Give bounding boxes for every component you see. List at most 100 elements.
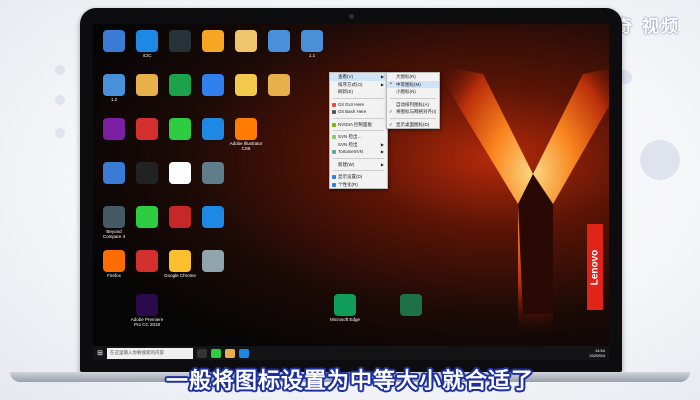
taskbar-app-icon[interactable] bbox=[211, 348, 221, 358]
menu-item[interactable]: Git Bash Here bbox=[330, 108, 387, 116]
clock[interactable]: 14:54 2020/9/4 bbox=[589, 348, 605, 358]
menu-item[interactable]: 将图标与网格对齐(I) bbox=[387, 108, 439, 116]
menu-item-label: TortoiseSVN bbox=[338, 149, 364, 154]
menu-item[interactable]: Git GUI Here bbox=[330, 101, 387, 109]
menu-item[interactable]: 小图标(N) bbox=[387, 88, 439, 96]
menu-item[interactable]: 查看(V) ▶ bbox=[330, 73, 387, 81]
menu-item[interactable]: 显示设置(D) bbox=[330, 173, 387, 181]
desktop-icon[interactable] bbox=[229, 30, 263, 53]
desktop-icon[interactable]: Firefox bbox=[97, 250, 131, 278]
menu-item-icon bbox=[332, 110, 336, 114]
desktop-icon[interactable] bbox=[97, 162, 131, 185]
menu-item-icon bbox=[332, 150, 336, 154]
desktop-icon[interactable]: ICIC bbox=[130, 30, 164, 58]
menu-item-icon bbox=[332, 102, 336, 107]
menu-separator bbox=[333, 97, 384, 99]
desktop-icon[interactable] bbox=[163, 74, 197, 97]
decorative-dot bbox=[55, 128, 65, 138]
menu-item[interactable]: 新建(W) ▶ bbox=[330, 161, 387, 169]
ai-icon bbox=[235, 118, 257, 140]
menu-separator bbox=[390, 97, 436, 99]
menu-item-label: 刷新(E) bbox=[338, 89, 353, 94]
taskbar-app-icon[interactable] bbox=[239, 348, 249, 358]
folder-icon bbox=[268, 74, 290, 96]
desktop-icon-label: ICIC bbox=[142, 53, 152, 58]
menu-item[interactable]: 刷新(E) bbox=[330, 88, 387, 96]
archive-icon bbox=[235, 74, 257, 96]
desktop-icon[interactable] bbox=[394, 294, 428, 317]
desktop-icon[interactable] bbox=[163, 162, 197, 185]
desktop-icon-label: Adobe Illustrator CS6 bbox=[229, 141, 263, 151]
desktop-icon[interactable] bbox=[229, 74, 263, 97]
menu-item-label: 大图标(R) bbox=[396, 74, 416, 79]
desktop-icon[interactable] bbox=[130, 74, 164, 97]
pc-icon bbox=[301, 30, 323, 52]
desktop-icon[interactable] bbox=[163, 118, 197, 141]
taskbar-app-icon[interactable] bbox=[225, 348, 235, 358]
start-button[interactable]: ⊞ bbox=[93, 346, 107, 360]
desktop-icon[interactable] bbox=[163, 30, 197, 53]
desktop-icon[interactable]: Beyond Compare 4 bbox=[97, 206, 131, 239]
desktop-icon[interactable] bbox=[196, 30, 230, 53]
desktop-context-menu: 查看(V) ▶ 排序方式(O) ▶ 刷新(E) Git GUI Here Git Bash … bbox=[329, 72, 388, 189]
app-icon bbox=[103, 118, 125, 140]
desktop-icon-label: Beyond Compare 4 bbox=[102, 229, 126, 239]
desktop-icon[interactable] bbox=[130, 250, 164, 273]
menu-item[interactable]: SVN 检出... bbox=[330, 133, 387, 141]
menu-item-label: 显示桌面图标(D) bbox=[396, 121, 430, 127]
star-icon bbox=[202, 30, 224, 52]
desktop-icon[interactable] bbox=[196, 162, 230, 185]
menu-separator bbox=[333, 170, 384, 171]
menu-item[interactable]: 大图标(R) bbox=[387, 73, 439, 81]
desktop-icon[interactable]: 1.2 bbox=[97, 74, 131, 102]
menu-item[interactable]: TortoiseSVN ▶ bbox=[330, 148, 387, 156]
k-icon bbox=[202, 118, 224, 140]
desktop-icon[interactable]: 1.1 bbox=[295, 30, 329, 58]
menu-item-label: 新建(W) bbox=[338, 161, 355, 167]
desktop-icon[interactable] bbox=[97, 118, 131, 141]
desktop-icon[interactable]: Google Chrome bbox=[163, 250, 197, 278]
desktop-icon[interactable] bbox=[130, 118, 164, 141]
search-box[interactable]: 在这里输入你要搜索的内容 bbox=[107, 347, 193, 359]
music-icon bbox=[136, 250, 158, 272]
chrome-icon bbox=[169, 250, 191, 272]
menu-item-label: Git GUI Here bbox=[338, 101, 365, 107]
desktop-icon[interactable]: Microsoft Edge bbox=[328, 294, 362, 322]
menu-item[interactable]: SVN 检出 ▶ bbox=[330, 141, 387, 149]
desktop-icon[interactable] bbox=[196, 118, 230, 141]
desktop-icon[interactable]: Adobe Premiere Pro CC 2018 bbox=[130, 294, 164, 327]
firefox-icon bbox=[103, 250, 125, 272]
menu-item-icon bbox=[332, 122, 336, 127]
menu-item[interactable]: 排序方式(O) ▶ bbox=[330, 81, 387, 89]
desktop-icon[interactable] bbox=[196, 74, 230, 97]
menu-item[interactable]: 中等图标(M) bbox=[387, 80, 439, 88]
desktop-icon-label: Firefox bbox=[107, 273, 121, 278]
camera-icon bbox=[169, 30, 191, 52]
desktop-icon[interactable] bbox=[97, 30, 131, 53]
desktop-icon[interactable] bbox=[130, 162, 164, 185]
network-icon bbox=[103, 30, 125, 52]
desktop-icon[interactable] bbox=[262, 30, 296, 53]
stop-icon bbox=[136, 118, 158, 140]
desktop-icon-label: Google Chrome bbox=[164, 273, 196, 278]
view-submenu: 大图标(R) 中等图标(M) 小图标(N) 自动排列图标(A) 将图标与网格对齐(I) 显… bbox=[386, 72, 440, 129]
decorative-dot bbox=[55, 95, 65, 105]
task-view-icon[interactable] bbox=[197, 348, 207, 358]
video-subtitle: 一般将图标设置为中等大小就合适了 bbox=[165, 369, 534, 394]
desktop-icon[interactable] bbox=[130, 206, 164, 229]
desktop-icon[interactable] bbox=[196, 206, 230, 229]
menu-item[interactable]: 显示桌面图标(D) bbox=[387, 121, 439, 129]
search-placeholder: 在这里输入你要搜索的内容 bbox=[110, 350, 164, 355]
desktop-screen[interactable]: Lenovo ICIC 1.1 1.2 Adobe Illustrator CS6 Be… bbox=[93, 24, 609, 360]
desktop-icon[interactable] bbox=[262, 74, 296, 97]
menu-item[interactable]: 自动排列图标(A) bbox=[387, 101, 439, 109]
menu-item-label: 查看(V) bbox=[338, 74, 353, 79]
menu-item-label: Git Bash Here bbox=[338, 109, 367, 114]
desktop-icon[interactable] bbox=[163, 206, 197, 229]
menu-item[interactable]: NVIDIA 控制面板 bbox=[330, 121, 387, 129]
desktop-icon[interactable] bbox=[196, 250, 230, 273]
menu-item[interactable]: 个性化(R) bbox=[330, 181, 387, 189]
desktop-icon[interactable]: Adobe Illustrator CS6 bbox=[229, 118, 263, 151]
excel-icon bbox=[400, 294, 422, 316]
menu-item-label: 排序方式(O) bbox=[338, 81, 363, 87]
